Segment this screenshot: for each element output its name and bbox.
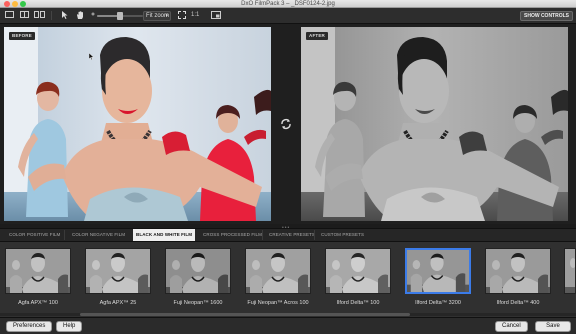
tab-black-and-white-film[interactable]: BLACK AND WHITE FILM bbox=[133, 229, 196, 241]
fit-to-screen-icon[interactable] bbox=[175, 10, 188, 21]
film-thumbnail-image bbox=[165, 248, 231, 294]
film-thumbnail-image bbox=[485, 248, 551, 294]
tab-divider bbox=[314, 230, 315, 240]
film-thumbnail-image bbox=[85, 248, 151, 294]
film-thumbnail-image bbox=[325, 248, 391, 294]
after-label: AFTER bbox=[306, 32, 328, 40]
preview-area: BEFORE AFTER bbox=[0, 24, 576, 224]
show-controls-button[interactable]: SHOW CONTROLS bbox=[520, 11, 573, 21]
cancel-button[interactable]: Cancel bbox=[495, 321, 528, 332]
swap-views-icon[interactable] bbox=[280, 118, 292, 130]
film-thumbnail[interactable]: Fuji Neopan™ Acros 100 bbox=[244, 248, 312, 306]
film-name: Ilford Delta™ 400 bbox=[496, 300, 540, 306]
before-photo bbox=[4, 27, 271, 221]
tab-divider bbox=[262, 230, 263, 240]
tab-divider bbox=[64, 230, 65, 240]
fullscreen-icon[interactable] bbox=[209, 10, 222, 21]
save-button[interactable]: Save bbox=[535, 321, 571, 332]
before-label: BEFORE bbox=[9, 32, 35, 40]
film-thumbnail-image bbox=[564, 248, 576, 294]
split-view-icon[interactable] bbox=[18, 10, 31, 21]
thumbnail-scrollbar-thumb[interactable] bbox=[80, 313, 410, 316]
film-thumbnail[interactable]: Ilford Delta™ 100 bbox=[324, 248, 392, 306]
zoom-slider-knob[interactable] bbox=[117, 12, 123, 20]
film-name: Agfa APX™ 25 bbox=[99, 300, 137, 306]
film-thumbnail[interactable]: Agfa APX™ 100 bbox=[4, 248, 72, 306]
film-thumbnail-partial[interactable] bbox=[564, 248, 576, 294]
window-title: DxO FilmPack 3 – _DSF0124-2.jpg bbox=[241, 1, 335, 7]
film-name: Ilford Delta™ 3200 bbox=[415, 300, 461, 306]
film-thumbnail-image bbox=[245, 248, 311, 294]
tab-creative-presets[interactable]: CREATIVE PRESETS bbox=[266, 229, 318, 241]
film-thumbnail[interactable]: Fuji Neopan™ 1600 bbox=[164, 248, 232, 306]
tab-color-negative-film[interactable]: COLOR NEGATIVE FILM bbox=[69, 229, 128, 241]
film-thumbnail[interactable]: Ilford Delta™ 400 bbox=[484, 248, 552, 306]
film-thumbnail-image bbox=[5, 248, 71, 294]
pointer-tool-icon[interactable] bbox=[58, 10, 71, 21]
side-by-side-view-icon[interactable] bbox=[33, 10, 46, 21]
actual-size-button[interactable]: 1:1 bbox=[191, 12, 199, 18]
toolbar: Fit zoom ▾ 1:1 SHOW CONTROLS bbox=[0, 8, 576, 24]
mouse-cursor-icon bbox=[89, 53, 94, 60]
film-thumbnail-strip: Agfa APX™ 100 Agfa APX™ 25 Fuji Neopan™ … bbox=[0, 242, 576, 317]
tab-color-positive-film[interactable]: COLOR POSITIVE FILM bbox=[6, 229, 63, 241]
preferences-button[interactable]: Preferences bbox=[6, 321, 53, 332]
film-thumbnail-selected[interactable]: Ilford Delta™ 3200 bbox=[404, 248, 472, 306]
window-titlebar: DxO FilmPack 3 – _DSF0124-2.jpg bbox=[0, 0, 576, 8]
toolbar-separator bbox=[51, 11, 52, 20]
thumbnail-scrollbar[interactable] bbox=[0, 313, 576, 316]
film-thumbnail-image bbox=[405, 248, 471, 294]
film-name: Agfa APX™ 100 bbox=[18, 300, 58, 306]
after-image-pane[interactable]: AFTER bbox=[301, 27, 568, 221]
film-name: Ilford Delta™ 100 bbox=[336, 300, 380, 306]
tab-custom-presets[interactable]: CUSTOM PRESETS bbox=[318, 229, 367, 241]
zoom-dropdown[interactable]: Fit zoom ▾ bbox=[143, 11, 171, 21]
single-view-icon[interactable] bbox=[3, 10, 16, 21]
bottom-bar: Preferences Help Cancel Save bbox=[0, 317, 576, 334]
film-category-tabs: COLOR POSITIVE FILM COLOR NEGATIVE FILM … bbox=[0, 228, 576, 242]
film-name: Fuji Neopan™ 1600 bbox=[173, 300, 223, 306]
help-button[interactable]: Help bbox=[56, 321, 83, 332]
chevron-down-icon: ▾ bbox=[165, 13, 168, 19]
zoom-slider[interactable] bbox=[97, 12, 143, 20]
tab-cross-processed-film[interactable]: CROSS PROCESSED FILM bbox=[200, 229, 265, 241]
before-image-pane[interactable]: BEFORE bbox=[4, 27, 271, 221]
film-name: Fuji Neopan™ Acros 100 bbox=[247, 300, 309, 306]
after-photo bbox=[301, 27, 568, 221]
film-thumbnail[interactable]: Agfa APX™ 25 bbox=[84, 248, 152, 306]
hand-tool-icon[interactable] bbox=[73, 10, 86, 21]
